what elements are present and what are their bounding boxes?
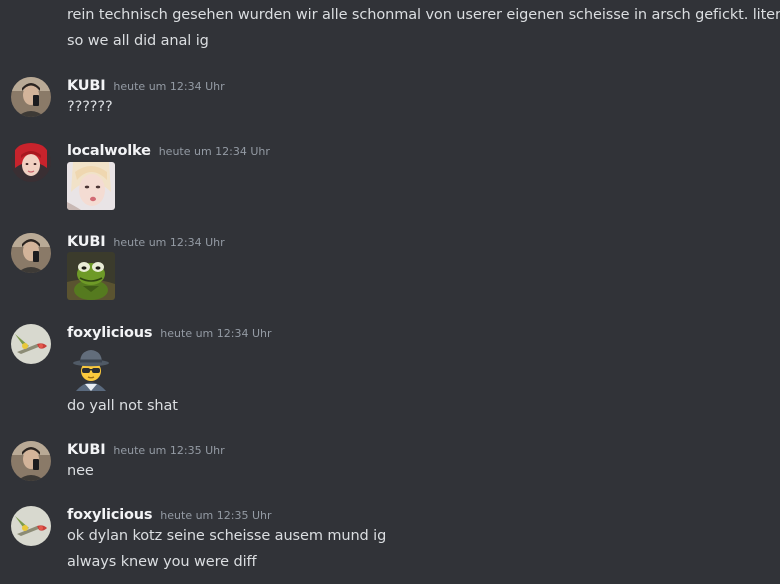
username[interactable]: KUBI	[67, 442, 106, 458]
message-text: nee	[67, 463, 94, 479]
message-timestamp[interactable]: heute um 12:34 Uhr	[160, 327, 271, 340]
message-timestamp[interactable]: heute um 12:35 Uhr	[113, 444, 224, 457]
message-text: always knew you were diff	[67, 554, 257, 570]
chat-message-list: rein technisch gesehen wurden wir alle s…	[0, 0, 780, 584]
message-timestamp[interactable]: heute um 12:34 Uhr	[159, 145, 270, 158]
message-timestamp[interactable]: heute um 12:35 Uhr	[160, 509, 271, 522]
message-text: ok dylan kotz seine scheisse ausem mund …	[67, 528, 387, 544]
foxylicious-avatar[interactable]	[11, 506, 51, 546]
photo-of-person-image[interactable]	[67, 162, 115, 210]
message-timestamp[interactable]: heute um 12:34 Uhr	[113, 236, 224, 249]
message-text: so we all did anal ig	[67, 33, 209, 49]
localwolke-avatar[interactable]	[11, 142, 51, 182]
message-text: do yall not shat	[67, 398, 178, 414]
message-text: rein technisch gesehen wurden wir alle s…	[67, 7, 780, 23]
message-text: ??????	[67, 99, 113, 115]
kubi-avatar[interactable]	[11, 77, 51, 117]
kubi-avatar[interactable]	[11, 441, 51, 481]
username[interactable]: foxylicious	[67, 325, 152, 341]
message-timestamp[interactable]: heute um 12:34 Uhr	[113, 80, 224, 93]
username[interactable]: KUBI	[67, 234, 106, 250]
kermit-frog-image[interactable]	[67, 252, 115, 300]
kubi-avatar[interactable]	[11, 233, 51, 273]
username[interactable]: KUBI	[67, 78, 106, 94]
spy-emoji[interactable]	[67, 344, 115, 392]
foxylicious-avatar[interactable]	[11, 324, 51, 364]
username[interactable]: localwolke	[67, 143, 151, 159]
username[interactable]: foxylicious	[67, 507, 152, 523]
